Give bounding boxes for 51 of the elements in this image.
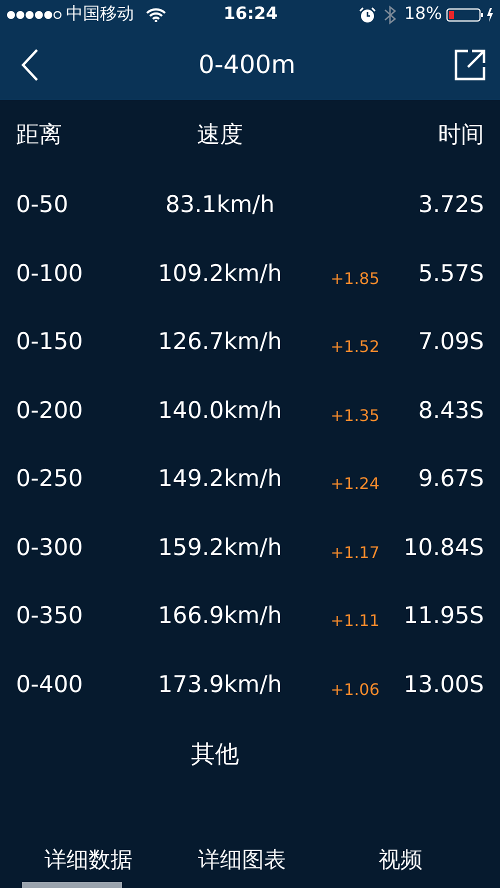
screen-title: 0-400m	[198, 49, 296, 82]
signal-icon	[6, 10, 62, 20]
speed-cell-text: 109.2km/h	[157, 260, 283, 288]
tab[interactable]: 详细图表	[167, 820, 317, 888]
distance-cell-text: 0-350	[15, 602, 84, 631]
distance-cell-text: 0-250	[15, 465, 84, 494]
speed-cell-text: 83.1km/h	[164, 191, 276, 220]
distance-cell-text: 0-300	[15, 534, 84, 562]
share-button[interactable]	[454, 49, 486, 81]
speed-cell-text: 126.7km/h	[157, 328, 283, 357]
back-icon	[20, 48, 40, 82]
share-icon	[454, 49, 486, 81]
speed-cell-text: 166.9km/h	[157, 602, 283, 631]
time-gain: +1.17	[329, 542, 381, 564]
distance-cell-text: 0-400	[15, 670, 84, 700]
distance-cell-text: 0-150	[15, 328, 84, 357]
distance-cell-text: 0-200	[15, 396, 84, 426]
time-cell-text: 11.95S	[402, 602, 485, 631]
time-cell-text: 8.43S	[417, 396, 485, 426]
column-header: 距离	[15, 121, 63, 150]
time-gain: +1.24	[329, 473, 381, 496]
battery-percent: 18%	[404, 3, 442, 26]
time-cell-text: 9.67S	[417, 465, 485, 494]
back-button[interactable]	[20, 48, 40, 82]
time-gain: +1.52	[329, 336, 381, 358]
distance-cell-text: 0-100	[15, 260, 84, 288]
speed-cell-text: 159.2km/h	[157, 534, 283, 562]
column-header: 时间	[437, 121, 485, 150]
alarm-icon	[359, 7, 376, 23]
time-cell-text: 10.84S	[402, 534, 485, 562]
distance-cell-text: 0-50	[15, 191, 70, 220]
tab[interactable]: 详细数据	[0, 820, 167, 888]
speed-cell-text: 173.9km/h	[157, 670, 283, 700]
bluetooth-icon	[384, 5, 396, 25]
speed-cell-text: 149.2km/h	[157, 465, 283, 494]
time-cell-text: 5.57S	[417, 260, 485, 288]
wifi-icon	[146, 8, 166, 22]
battery-icon	[446, 7, 494, 23]
time-gain: +1.11	[329, 610, 381, 632]
carrier-name: 中国移动	[66, 3, 134, 26]
time-gain: +1.85	[329, 268, 381, 290]
time-cell-text: 13.00S	[402, 670, 485, 700]
column-header: 速度	[196, 121, 244, 150]
time-gain: +1.06	[329, 678, 381, 701]
section-title: 其他	[191, 739, 239, 770]
time-gain: +1.35	[329, 404, 381, 427]
time-cell-text: 7.09S	[417, 328, 485, 357]
speed-cell-text: 140.0km/h	[157, 396, 283, 426]
time-cell-text: 3.72S	[417, 191, 485, 220]
status-time: 16:24	[222, 3, 279, 26]
tab[interactable]: 视频	[317, 820, 484, 888]
